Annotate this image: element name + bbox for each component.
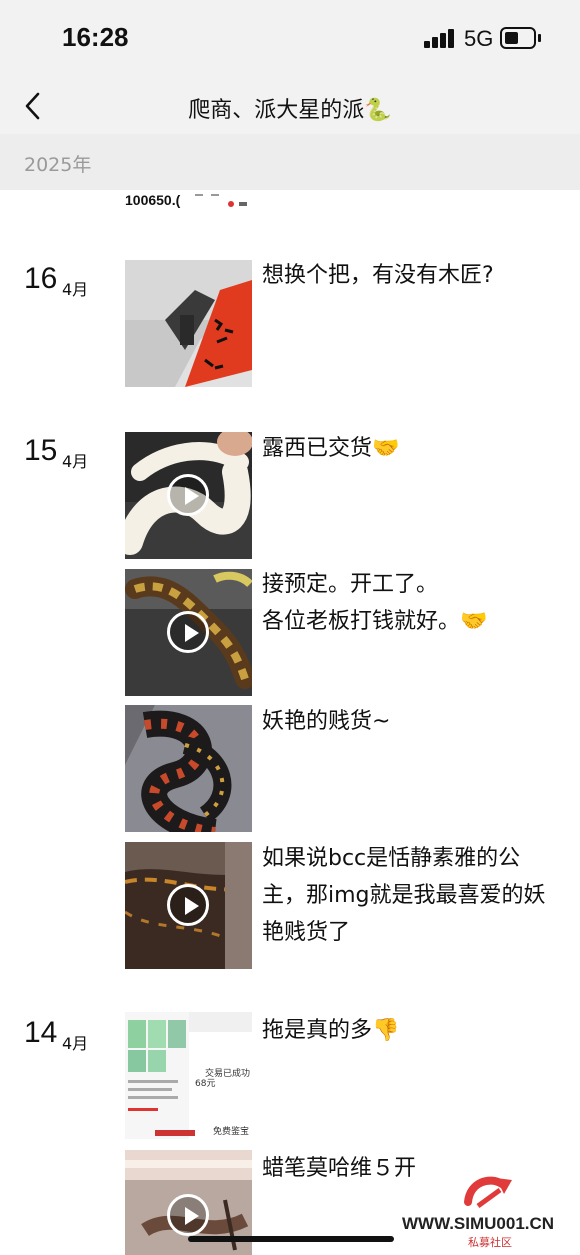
battery-icon — [500, 27, 536, 49]
watermark: WWW.SIMU001.CN 私募社区 — [402, 1172, 578, 1252]
year-header: 2025年 — [0, 134, 580, 190]
status-bar: 16:28 5G — [0, 0, 580, 78]
home-indicator[interactable] — [188, 1236, 394, 1242]
post-text[interactable]: 如果说bcc是恬静素雅的公主，那img就是我最喜爱的妖艳贱货了 — [262, 840, 562, 951]
play-icon — [167, 884, 209, 926]
post-text[interactable]: 露西已交货🤝 — [262, 430, 562, 467]
network-type: 5G — [464, 26, 494, 51]
play-icon — [167, 474, 209, 516]
thumbnail-detail-icon — [195, 194, 247, 207]
signal-icon — [424, 28, 456, 48]
date-day: 15 — [24, 434, 58, 467]
watermark-subtext: 私募社区 — [468, 1236, 512, 1249]
watermark-text: WWW.SIMU001.CN — [402, 1214, 555, 1233]
previous-post-text: 100650.( — [125, 192, 181, 208]
watermark-logo-icon — [464, 1176, 512, 1209]
battery-tip — [538, 34, 541, 42]
nav-bar: 爬商、派大星的派🐍 — [0, 78, 580, 134]
post-text[interactable]: 想换个把，有没有木匠? — [262, 257, 562, 294]
order-price-label: 68元 — [195, 1079, 216, 1089]
status-time: 16:28 — [62, 22, 129, 52]
post-thumbnail[interactable] — [125, 705, 252, 832]
post-thumbnail[interactable]: 交易已成功 68元 免费鉴宝 — [125, 1012, 252, 1139]
post-thumbnail[interactable] — [125, 260, 252, 387]
post-thumbnail[interactable] — [125, 842, 252, 969]
date-day: 14 — [24, 1016, 58, 1049]
play-icon — [167, 611, 209, 653]
post-thumbnail[interactable] — [125, 432, 252, 559]
date-month: 4月 — [62, 1034, 89, 1053]
post-text[interactable]: 妖艳的贱货~ — [262, 703, 562, 740]
play-icon — [167, 1194, 209, 1236]
year-label: 2025年 — [24, 154, 92, 176]
date-day: 16 — [24, 262, 58, 295]
page-title: 爬商、派大星的派🐍 — [188, 98, 392, 123]
post-text[interactable]: 拖是真的多👎 — [262, 1012, 562, 1049]
previous-post-thumbnail[interactable]: 100650.( — [125, 190, 253, 214]
appraise-label: 免费鉴宝 — [213, 1127, 250, 1137]
date-month: 4月 — [62, 452, 89, 471]
post-thumbnail[interactable] — [125, 569, 252, 696]
date-month: 4月 — [62, 280, 89, 299]
post-text[interactable]: 接预定。开工了。 各位老板打钱就好。🤝 — [262, 566, 562, 640]
